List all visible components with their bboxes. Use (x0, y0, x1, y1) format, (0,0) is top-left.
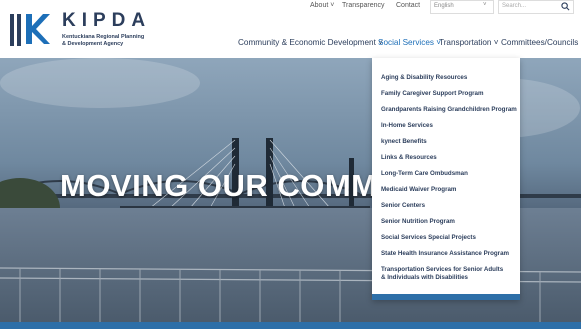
menu-item-medicaid-waiver[interactable]: Medicaid Waiver Program (381, 186, 456, 194)
nav-community-economic-development[interactable]: Community & Economic Development ˅ (238, 38, 383, 47)
contact-link[interactable]: Contact (396, 2, 420, 9)
menu-item-transportation-seniors[interactable]: Transportation Services for Senior Adult… (381, 266, 503, 282)
search-placeholder: Search... (502, 3, 527, 9)
search-input[interactable]: Search... (498, 0, 574, 14)
kipda-logo[interactable]: KIPDA Kentuckiana Regional Planning & De… (10, 10, 170, 50)
nav-transportation[interactable]: Transportation ˅ (439, 38, 499, 47)
language-value: English (434, 3, 454, 9)
transparency-link[interactable]: Transparency (342, 2, 385, 9)
menu-item-transportation-line2: & Individuals with Disabilities (381, 274, 468, 281)
chevron-down-icon: ˅ (483, 2, 487, 8)
language-select[interactable]: English ˅ (430, 0, 494, 14)
search-icon[interactable] (561, 2, 570, 11)
menu-item-kynect-benefits[interactable]: kynect Benefits (381, 138, 427, 146)
menu-item-ship[interactable]: State Health Insurance Assistance Progra… (381, 250, 509, 258)
menu-item-ombudsman[interactable]: Long-Term Care Ombudsman (381, 170, 468, 178)
menu-item-in-home-services[interactable]: In-Home Services (381, 122, 433, 130)
menu-item-senior-centers[interactable]: Senior Centers (381, 202, 425, 210)
menu-item-aging-disability[interactable]: Aging & Disability Resources (381, 74, 467, 82)
menu-item-family-caregiver[interactable]: Family Caregiver Support Program (381, 90, 483, 98)
site-header: KIPDA Kentuckiana Regional Planning & De… (0, 0, 581, 58)
bottom-accent-bar (0, 322, 581, 329)
logo-subtitle: Kentuckiana Regional Planning & Developm… (62, 34, 145, 47)
social-services-dropdown: Aging & Disability Resources Family Care… (372, 58, 520, 300)
logo-name: KIPDA (62, 10, 152, 31)
menu-item-senior-nutrition[interactable]: Senior Nutrition Program (381, 218, 455, 226)
nav-committees-councils[interactable]: Committees/Councils ˅ (501, 38, 581, 47)
dropdown-accent-bar (372, 294, 520, 300)
menu-item-grandparents[interactable]: Grandparents Raising Grandchildren Progr… (381, 106, 517, 114)
nav-social-services[interactable]: Social Services ˅ (378, 38, 441, 47)
about-link[interactable]: About ˅ (310, 2, 334, 9)
menu-item-transportation-line1: Transportation Services for Senior Adult… (381, 266, 504, 273)
menu-item-links-resources[interactable]: Links & Resources (381, 154, 437, 162)
logo-mark-icon (10, 12, 52, 48)
menu-item-special-projects[interactable]: Social Services Special Projects (381, 234, 476, 242)
